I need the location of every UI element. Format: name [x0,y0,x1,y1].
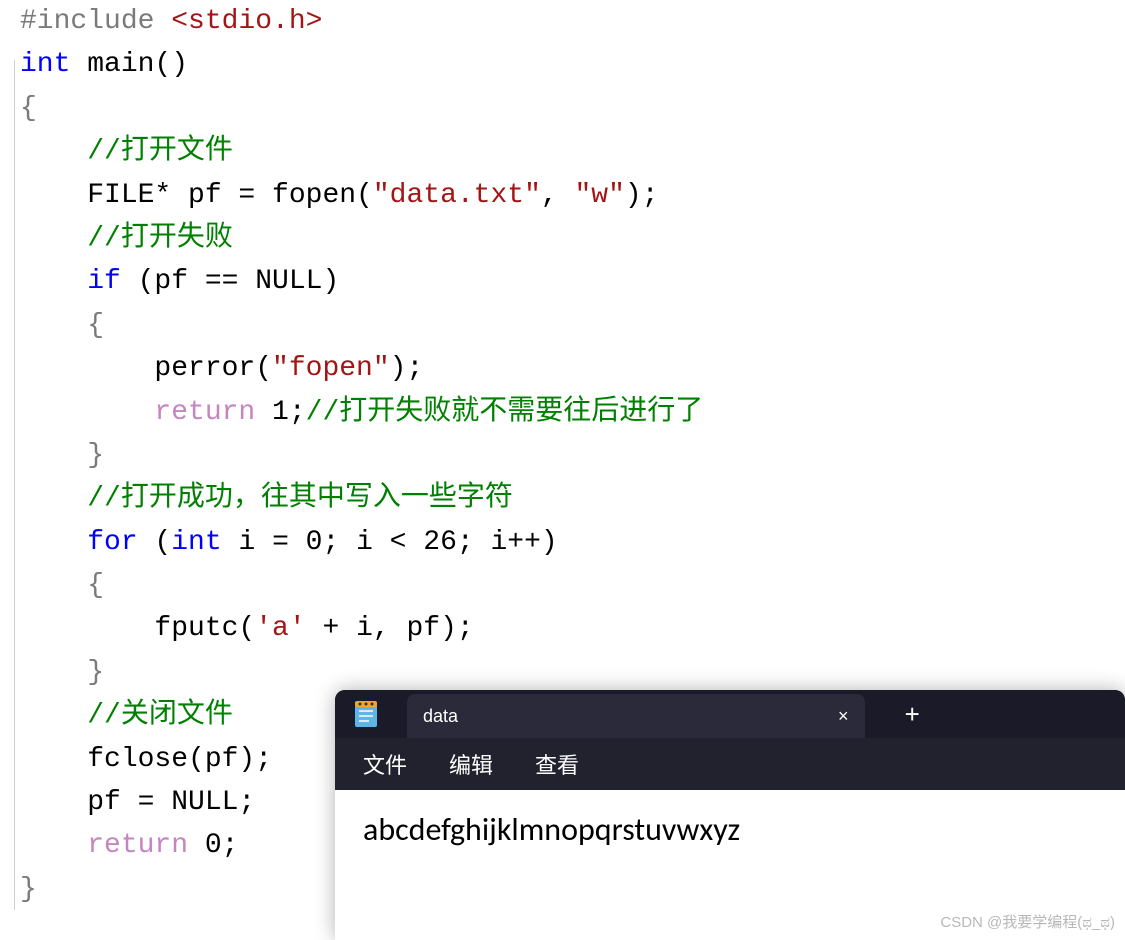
include-path: <stdio.h> [154,6,322,37]
menu-view[interactable]: 查看 [535,748,579,780]
code-line-13[interactable]: for (int i = 0; i < 26; i++) [20,521,1125,564]
keyword-int-loop: int [171,527,221,558]
code-line-2[interactable]: int main() [20,43,1125,86]
new-tab-button[interactable]: + [905,699,920,730]
keyword-for: for [20,527,138,558]
notepad-tab[interactable]: data × [407,694,865,738]
code-line-11[interactable]: } [20,434,1125,477]
comment-close-file: //关闭文件 [20,700,233,731]
notepad-titlebar[interactable]: data × + [335,690,1125,738]
string-fopen: "fopen" [272,353,390,384]
string-filename: "data.txt" [373,180,541,211]
watermark: CSDN @我要学编程(ಥ_ಥ) [940,911,1115,932]
keyword-if: if [20,266,121,297]
preprocessor-directive: #include [20,6,154,37]
close-brace-main: } [20,874,37,905]
char-a: 'a' [255,613,305,644]
keyword-int: int [20,49,70,80]
fputc-call: fputc( [20,613,255,644]
function-main: main() [70,49,188,80]
close-brace-for: } [20,657,104,688]
notepad-window[interactable]: data × + 文件 编辑 查看 abcdefghijklmnopqrstuv… [335,690,1125,940]
fclose-call: fclose(pf); [20,744,272,775]
code-line-5[interactable]: FILE* pf = fopen("data.txt", "w"); [20,174,1125,217]
comment-return-fail: //打开失败就不需要往后进行了 [306,397,704,428]
open-brace: { [20,93,37,124]
code-line-3[interactable]: { [20,87,1125,130]
menu-edit[interactable]: 编辑 [449,748,493,780]
code-line-14[interactable]: { [20,564,1125,607]
keyword-return: return [20,397,255,428]
comment-open-file: //打开文件 [20,136,233,167]
code-line-8[interactable]: { [20,304,1125,347]
close-icon[interactable]: × [838,706,849,727]
notepad-menubar: 文件 编辑 查看 [335,738,1125,790]
string-mode: "w" [575,180,625,211]
code-line-9[interactable]: perror("fopen"); [20,347,1125,390]
open-brace-if: { [20,310,104,341]
code-line-16[interactable]: } [20,651,1125,694]
code-line-12[interactable]: //打开成功，往其中写入一些字符 [20,477,1125,520]
notepad-icon [355,701,377,727]
comment-open-fail: //打开失败 [20,223,233,254]
pf-null: pf = NULL; [20,787,255,818]
code-line-10[interactable]: return 1;//打开失败就不需要往后进行了 [20,391,1125,434]
keyword-return-0: return [20,830,188,861]
for-condition: i = 0; i < 26; i++) [222,527,558,558]
open-brace-for: { [20,570,104,601]
code-line-7[interactable]: if (pf == NULL) [20,260,1125,303]
close-brace-if: } [20,440,104,471]
code-line-6[interactable]: //打开失败 [20,217,1125,260]
menu-file[interactable]: 文件 [363,748,407,780]
tab-title: data [423,706,458,727]
comment-open-success: //打开成功，往其中写入一些字符 [20,483,513,514]
code-line-1[interactable]: #include <stdio.h> [20,0,1125,43]
code-line-15[interactable]: fputc('a' + i, pf); [20,607,1125,650]
perror-call: perror( [20,353,272,384]
fopen-decl: FILE* pf = fopen( [20,180,373,211]
code-line-4[interactable]: //打开文件 [20,130,1125,173]
if-condition: (pf == NULL) [121,266,339,297]
